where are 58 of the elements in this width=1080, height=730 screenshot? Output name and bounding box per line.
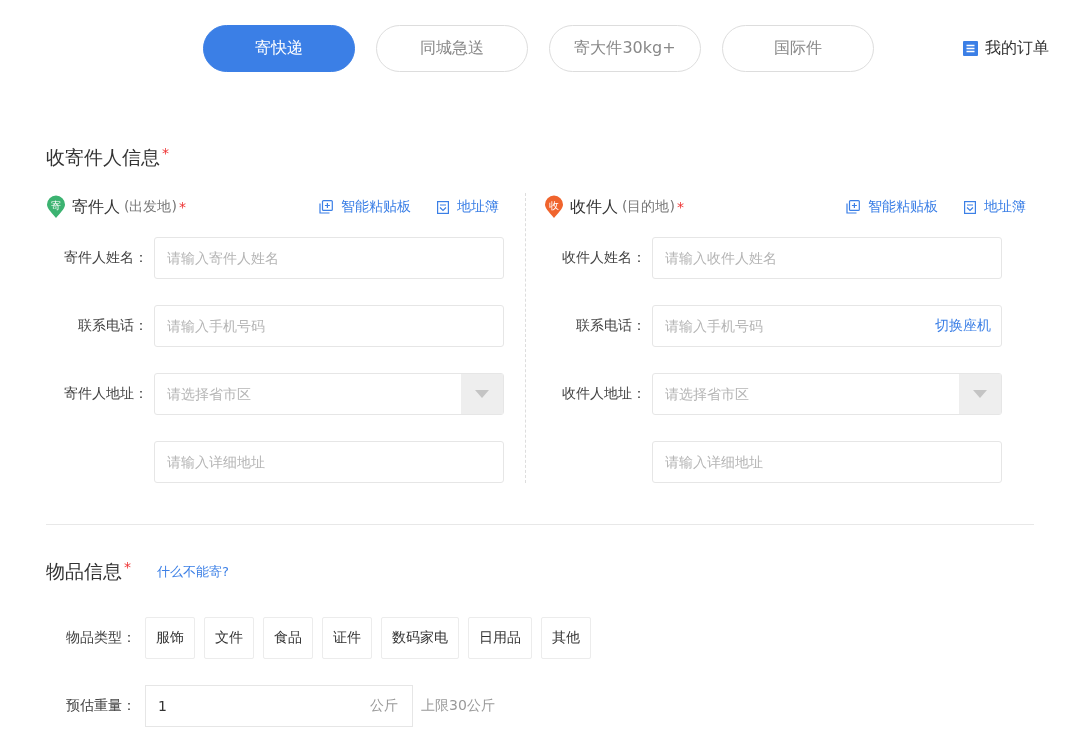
section-title: 物品信息: [46, 559, 122, 584]
party-note: (目的地): [622, 198, 675, 216]
item-type-option[interactable]: 日用品: [468, 617, 532, 659]
tab[interactable]: 同城急送: [376, 25, 528, 72]
region-select[interactable]: 请选择省市区: [154, 373, 504, 415]
party-note: (出发地): [124, 198, 177, 216]
field-label: 收件人地址：: [561, 385, 646, 403]
field-label: 物品类型：: [65, 629, 136, 647]
tab[interactable]: 寄大件30kg+: [549, 25, 701, 72]
clipboard-link[interactable]: 智能粘贴板: [846, 198, 938, 216]
switch-landline-link[interactable]: 切换座机: [935, 317, 1001, 335]
field-label: 联系电话：: [77, 317, 148, 335]
required-mark: *: [178, 199, 186, 215]
region-select[interactable]: 请选择省市区: [652, 373, 1002, 415]
section-title: 收寄件人信息: [46, 145, 160, 170]
required-mark: *: [124, 559, 131, 575]
input-field[interactable]: 请输入手机号码: [154, 305, 504, 347]
address-book-icon: [964, 200, 976, 214]
item-type-option[interactable]: 证件: [322, 617, 372, 659]
party-title: 寄件人: [72, 196, 120, 218]
input-field[interactable]: 请输入收件人姓名: [652, 237, 1002, 279]
item-type-option[interactable]: 服饰: [145, 617, 195, 659]
field-label: 联系电话：: [575, 317, 646, 335]
clipboard-plus-icon: [319, 200, 333, 214]
address-book-icon: [437, 200, 449, 214]
address-book-link[interactable]: 地址簿: [964, 198, 1026, 216]
item-type-option[interactable]: 数码家电: [381, 617, 459, 659]
input-field[interactable]: 请输入寄件人姓名: [154, 237, 504, 279]
select-input[interactable]: 请选择省市区: [155, 386, 461, 402]
item-type-option[interactable]: 食品: [263, 617, 313, 659]
field-label: 寄件人地址：: [63, 385, 148, 403]
clipboard-plus-icon: [846, 200, 860, 214]
tab[interactable]: 国际件: [722, 25, 874, 72]
required-mark: *: [676, 199, 684, 215]
tab[interactable]: 寄快递: [203, 25, 355, 72]
select-input[interactable]: 请选择省市区: [653, 386, 959, 402]
my-orders-link[interactable]: 我的订单: [963, 38, 1049, 59]
my-orders-label: 我的订单: [985, 38, 1049, 59]
weight-limit-text: 上限30公斤: [421, 697, 495, 715]
address-book-link[interactable]: 地址簿: [437, 198, 499, 216]
input-field[interactable]: 请输入详细地址: [652, 441, 1002, 483]
weight-input[interactable]: 1: [146, 698, 370, 714]
location-pin-icon: 寄: [46, 195, 66, 219]
field-label: 寄件人姓名：: [63, 249, 148, 267]
list-icon: [963, 41, 978, 56]
phone-field[interactable]: 请输入手机号码 切换座机: [652, 305, 1002, 347]
location-pin-icon: 收: [544, 195, 564, 219]
help-link[interactable]: 什么不能寄?: [157, 563, 229, 581]
required-mark: *: [162, 145, 169, 161]
item-type-option[interactable]: 文件: [204, 617, 254, 659]
field-label: 预估重量：: [65, 697, 136, 715]
clipboard-link[interactable]: 智能粘贴板: [319, 198, 411, 216]
input-field[interactable]: 请输入详细地址: [154, 441, 504, 483]
party-title: 收件人: [570, 196, 618, 218]
unit-label: 公斤: [370, 697, 399, 715]
field-label: 收件人姓名：: [561, 249, 646, 267]
item-type-option[interactable]: 其他: [541, 617, 591, 659]
weight-field[interactable]: 1 公斤: [145, 685, 413, 727]
